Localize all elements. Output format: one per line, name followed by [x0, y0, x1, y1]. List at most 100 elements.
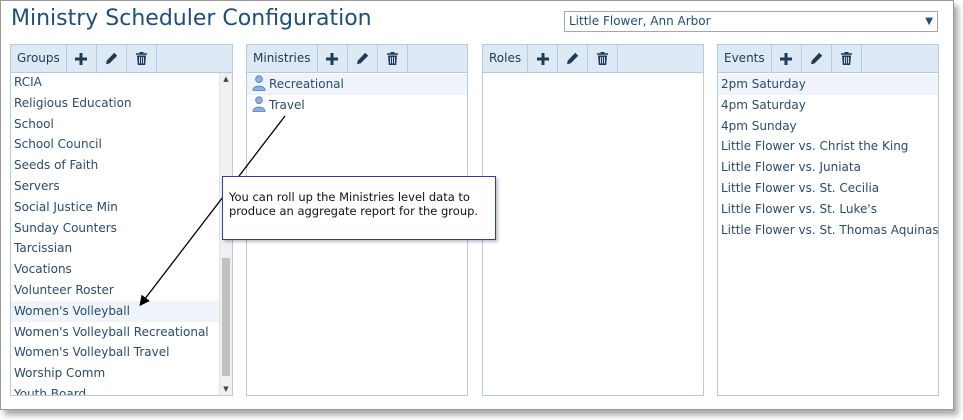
list-item[interactable]: Sunday Counters [11, 218, 220, 239]
tooltip-callout: You can roll up the Ministries level dat… [222, 176, 496, 240]
add-event-button[interactable] [772, 45, 802, 72]
person-icon [252, 96, 266, 112]
list-item-label: Seeds of Faith [14, 158, 99, 173]
list-item-label: Little Flower vs. St. Thomas Aquinas [721, 222, 938, 237]
scroll-down-icon[interactable]: ▼ [220, 383, 232, 395]
list-item[interactable]: 4pm Saturday [718, 95, 938, 116]
chevron-down-icon[interactable]: ▼ [925, 12, 933, 31]
list-item-label: 4pm Sunday [721, 118, 797, 133]
trash-icon [135, 52, 147, 65]
scroll-up-icon[interactable]: ▲ [220, 73, 232, 85]
add-group-button[interactable] [67, 45, 97, 72]
trash-icon [386, 52, 398, 65]
edit-ministry-button[interactable] [348, 45, 378, 72]
list-item[interactable]: Little Flower vs. Juniata [718, 157, 938, 178]
list-item[interactable]: 4pm Sunday [718, 116, 938, 137]
pencil-icon [105, 52, 117, 65]
list-item-label: 2pm Saturday [721, 77, 806, 91]
groups-panel-title: Groups [11, 45, 67, 72]
list-item[interactable]: Little Flower vs. St. Luke's [718, 199, 938, 220]
list-item-label: Little Flower vs. St. Luke's [721, 201, 877, 216]
list-item-label: RCIA [14, 75, 42, 89]
ministries-panel-title: Ministries [247, 45, 318, 72]
list-item-label: Sunday Counters [14, 220, 117, 235]
roles-list [483, 73, 703, 395]
plus-icon [780, 52, 793, 65]
list-item[interactable]: Seeds of Faith [11, 155, 220, 176]
events-list: 2pm Saturday 4pm Saturday 4pm Sunday Little… [718, 74, 938, 395]
list-item[interactable]: Little Flower vs. Christ the King [718, 136, 938, 157]
delete-event-button[interactable] [832, 45, 862, 72]
parish-select[interactable]: Little Flower, Ann Arbor ▼ [564, 11, 938, 32]
add-role-button[interactable] [528, 45, 559, 72]
groups-scrollbar-thumb[interactable] [222, 258, 230, 376]
events-panel-title: Events [718, 45, 772, 72]
page-title: Ministry Scheduler Configuration [11, 6, 372, 31]
roles-panel: Roles [482, 44, 704, 396]
pencil-icon [810, 52, 822, 65]
list-item[interactable]: School Council [11, 134, 220, 155]
list-item-label: Women's Volleyball [14, 303, 130, 318]
edit-event-button[interactable] [802, 45, 832, 72]
plus-icon [326, 52, 338, 65]
list-item-label: School Council [14, 137, 102, 152]
app-window: Ministry Scheduler Configuration Little … [0, 0, 954, 410]
list-item[interactable]: Women's Volleyball Recreational [11, 322, 220, 343]
add-ministry-button[interactable] [318, 45, 348, 72]
list-item-label: Women's Volleyball Recreational [14, 324, 209, 339]
trash-icon [840, 52, 852, 65]
list-item-label: Worship Comm [14, 366, 106, 381]
list-item[interactable]: Youth Board [11, 384, 220, 395]
list-item[interactable]: Women's Volleyball Travel [11, 342, 220, 363]
groups-panel: Groups RCIA Religious Education School Scho… [10, 44, 233, 396]
trash-icon [597, 52, 609, 65]
list-item[interactable]: Tarcissian [11, 238, 220, 259]
list-item[interactable]: Travel [247, 95, 467, 116]
groups-panel-header: Groups [11, 45, 232, 73]
list-item-label: Volunteer Roster [14, 282, 114, 297]
pencil-icon [356, 52, 368, 65]
list-item-label: Recreational [269, 77, 344, 91]
list-item[interactable]: RCIA [11, 72, 220, 93]
events-panel-header: Events [718, 45, 938, 73]
callout-text: You can roll up the Ministries level dat… [229, 190, 479, 218]
pencil-icon [567, 52, 579, 65]
list-item[interactable]: Social Justice Min [11, 197, 220, 218]
delete-group-button[interactable] [127, 45, 157, 72]
roles-panel-header: Roles [483, 45, 703, 73]
list-item[interactable]: Women's Volleyball [11, 300, 220, 322]
list-item-label: Tarcissian [14, 241, 73, 256]
list-item-label: School [14, 116, 54, 131]
events-panel: Events 2pm Saturday 4pm Saturday 4pm Sunda… [717, 44, 939, 396]
list-item[interactable]: Little Flower vs. St. Cecilia [718, 178, 938, 199]
list-item-label: Women's Volleyball Travel [14, 345, 170, 360]
edit-group-button[interactable] [97, 45, 127, 72]
list-item-label: Vocations [14, 262, 72, 277]
edit-role-button[interactable] [558, 45, 589, 72]
plus-icon [536, 52, 549, 65]
list-item-label: Little Flower vs. Christ the King [721, 139, 909, 154]
list-item[interactable]: Vocations [11, 259, 220, 280]
list-item[interactable]: School [11, 114, 220, 135]
list-item[interactable]: Servers [11, 176, 220, 197]
person-icon [252, 75, 266, 91]
list-item[interactable]: 2pm Saturday [718, 74, 938, 95]
roles-panel-title: Roles [483, 45, 529, 72]
list-item[interactable]: Recreational [247, 74, 467, 95]
list-item[interactable]: Volunteer Roster [11, 280, 220, 301]
list-item-label: Travel [269, 97, 305, 112]
list-item[interactable]: Little Flower vs. St. Thomas Aquinas [718, 220, 938, 241]
list-item[interactable]: Religious Education [11, 93, 220, 114]
list-item-label: Youth Board [14, 386, 87, 395]
groups-list: RCIA Religious Education School School Coun… [11, 72, 220, 395]
plus-icon [75, 52, 88, 65]
list-item-label: 4pm Saturday [721, 97, 806, 112]
list-item-label: Social Justice Min [14, 199, 118, 214]
delete-role-button[interactable] [588, 45, 619, 72]
delete-ministry-button[interactable] [378, 45, 408, 72]
list-item-label: Servers [14, 178, 60, 193]
list-item[interactable]: Worship Comm [11, 363, 220, 384]
list-item-label: Religious Education [14, 95, 132, 110]
list-item-label: Little Flower vs. Juniata [721, 160, 861, 175]
parish-select-value: Little Flower, Ann Arbor [569, 14, 711, 28]
